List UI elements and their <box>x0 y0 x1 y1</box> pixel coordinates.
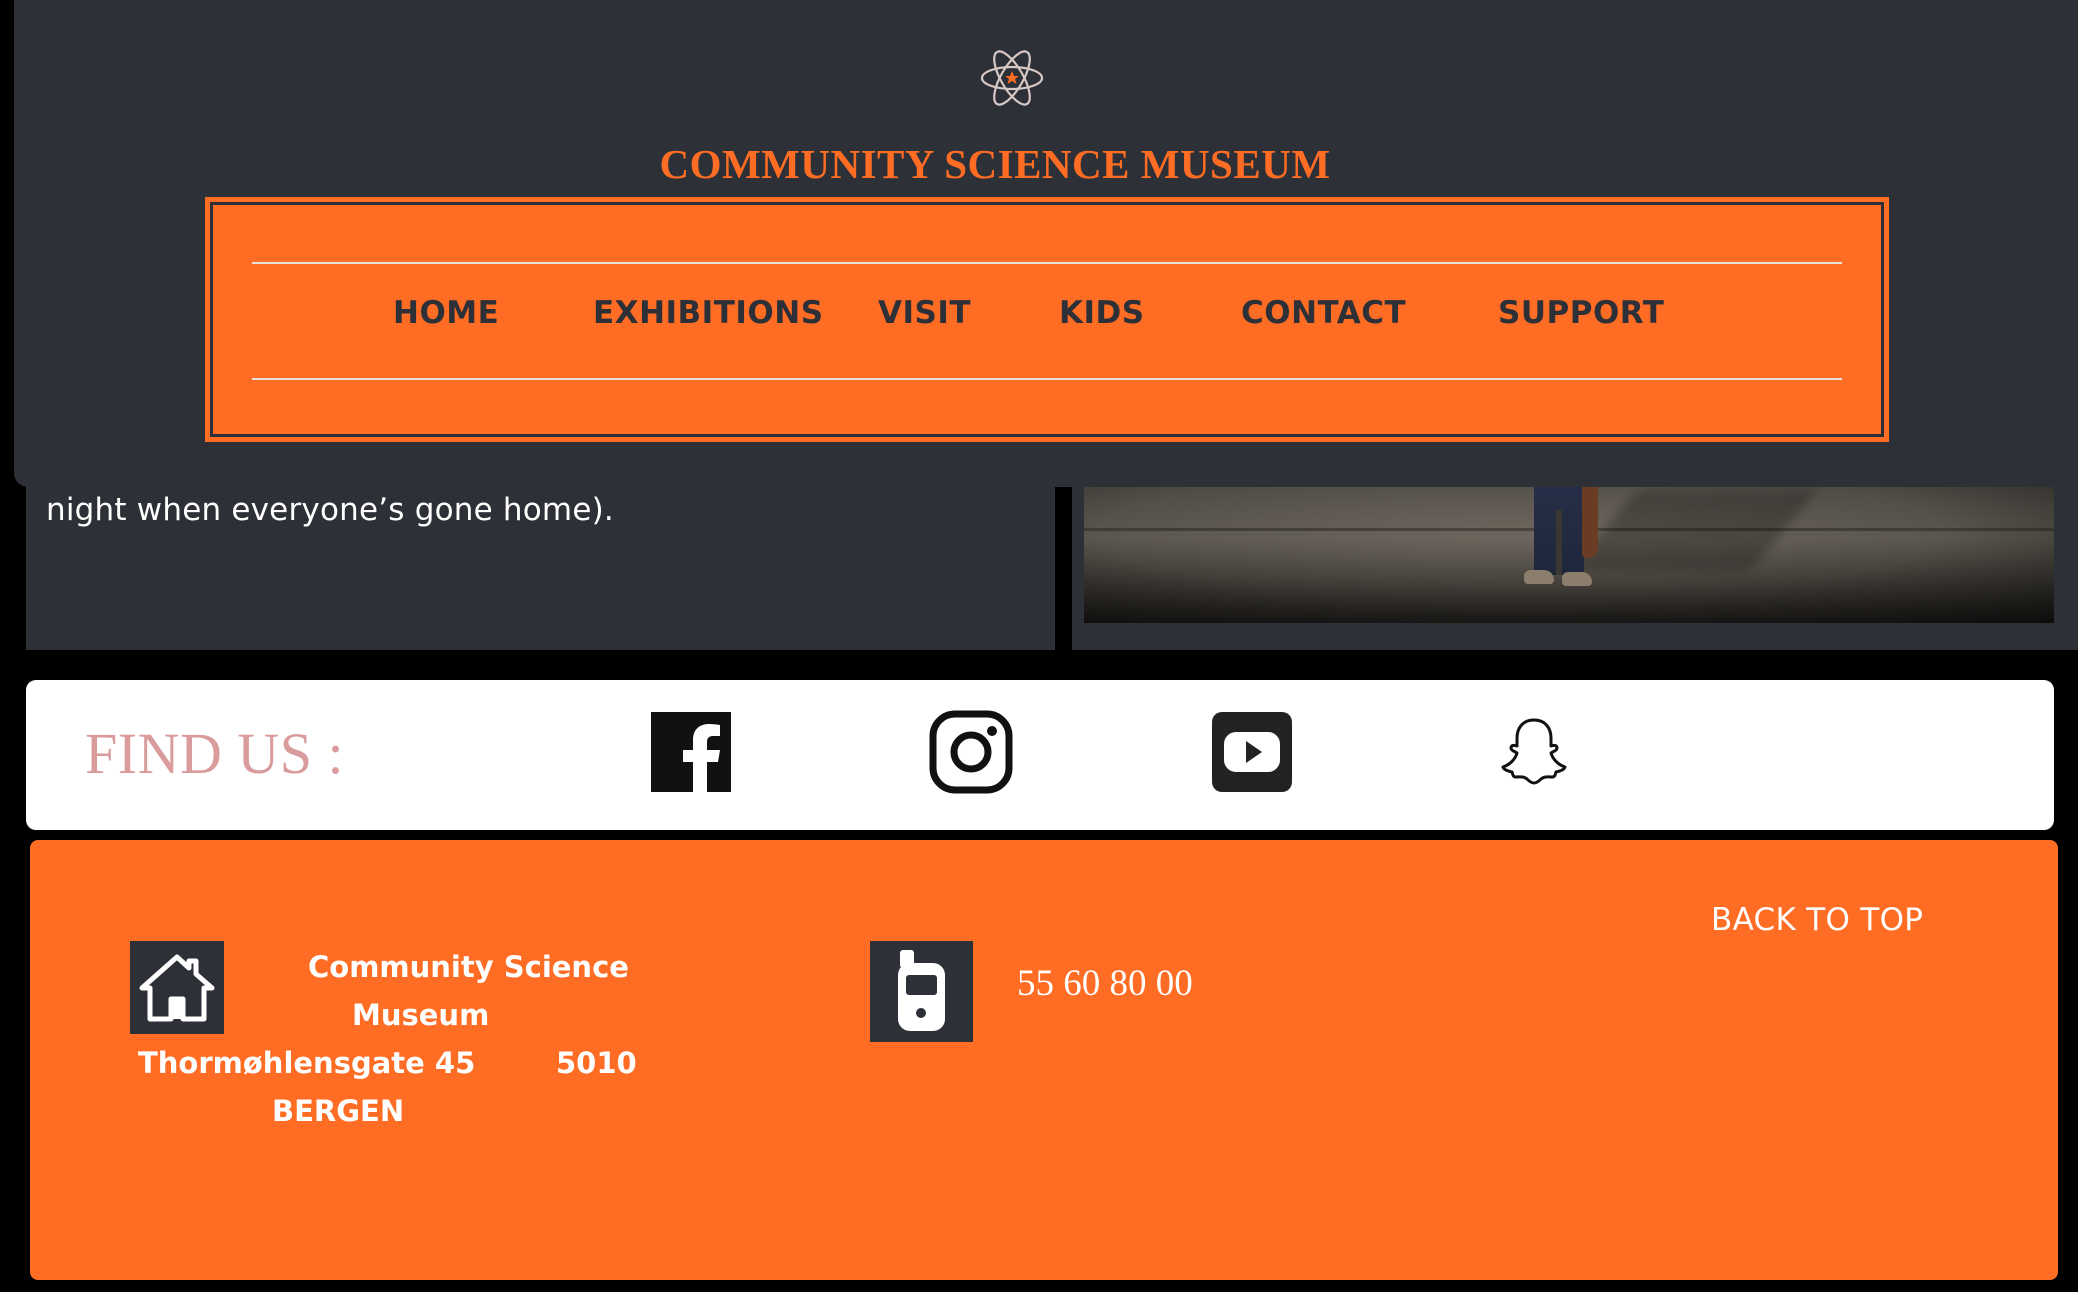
nav-support[interactable]: SUPPORT <box>1498 295 1664 331</box>
address-city: BERGEN <box>272 1094 405 1128</box>
atom-icon[interactable] <box>979 45 1045 111</box>
nav-contact[interactable]: CONTACT <box>1241 295 1406 331</box>
address-name-line2: Museum <box>352 998 490 1032</box>
content-text-panel: night when everyone’s gone home). <box>26 470 1055 650</box>
content-text: night when everyone’s gone home). <box>46 492 614 528</box>
youtube-icon[interactable] <box>1210 710 1294 794</box>
address-postcode: 5010 <box>556 1046 637 1080</box>
instagram-icon[interactable] <box>929 710 1013 794</box>
exhibit-photo <box>1084 470 2054 623</box>
snapchat-icon[interactable] <box>1492 710 1576 794</box>
nav-home[interactable]: HOME <box>393 295 499 331</box>
nav-visit[interactable]: VISIT <box>878 295 971 331</box>
address-name-line1: Community Science <box>308 950 629 984</box>
nav-divider-top <box>252 262 1842 264</box>
phone-number[interactable]: 55 60 80 00 <box>1017 962 1193 1005</box>
site-footer: Community Science Museum Thormøhlensgate… <box>30 840 2058 1280</box>
facebook-icon[interactable] <box>649 710 733 794</box>
find-us-bar: FIND US : <box>26 680 2054 830</box>
site-header: COMMUNITY SCIENCE MUSEUM HOME EXHIBITION… <box>14 0 2078 487</box>
address-street: Thormøhlensgate 45 <box>138 1046 476 1080</box>
find-us-label: FIND US : <box>85 721 345 786</box>
nav-kids[interactable]: KIDS <box>1059 295 1145 331</box>
site-title[interactable]: COMMUNITY SCIENCE MUSEUM <box>14 140 1976 188</box>
mobile-phone-icon <box>870 941 973 1042</box>
back-to-top-link[interactable]: BACK TO TOP <box>1711 902 1923 938</box>
content-image-panel <box>1072 470 2078 650</box>
home-icon <box>130 941 224 1034</box>
nav-divider-bottom <box>252 378 1842 380</box>
main-nav: HOME EXHIBITIONS VISIT KIDS CONTACT SUPP… <box>205 197 1889 442</box>
nav-exhibitions[interactable]: EXHIBITIONS <box>593 295 824 331</box>
